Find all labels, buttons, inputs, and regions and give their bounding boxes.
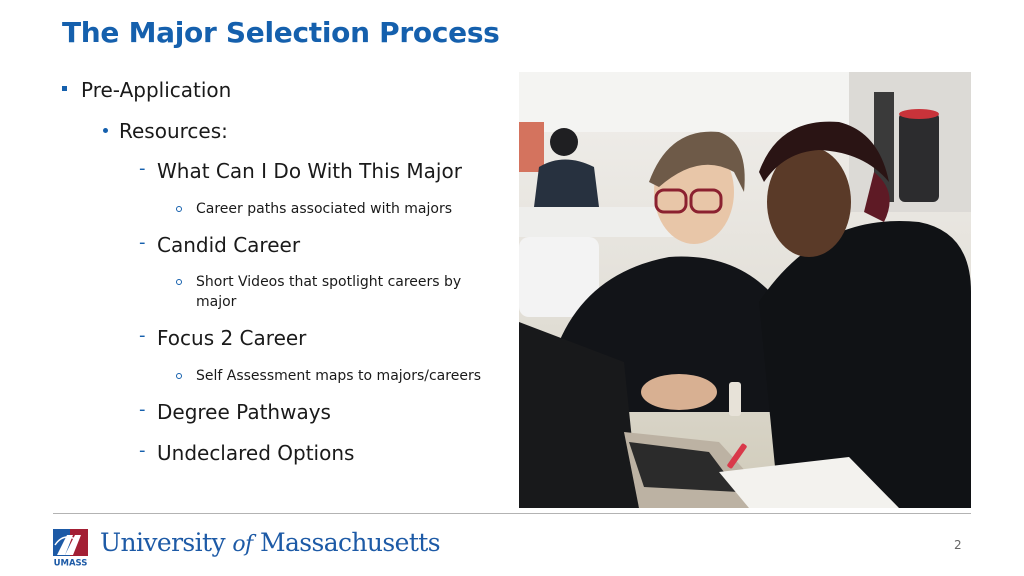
resource-detail-text: Career paths associated with majors [196,201,453,217]
umass-logo-icon: UMASS [53,529,88,569]
outline-item-label: Pre-Application [81,78,232,102]
resource-detail: Career paths associated with majors [176,199,496,219]
resource-label: Candid Career [157,233,301,257]
dash-bullet-icon: - [139,232,146,253]
resource-undeclared-options: - Undeclared Options [139,440,355,465]
resource-detail: Short Videos that spotlight careers by m… [176,272,476,312]
dash-bullet-icon: - [139,325,146,346]
outline-item-label: Resources: [119,119,228,143]
square-bullet-icon [62,86,67,91]
footer-divider [53,513,971,514]
resource-detail-text: Self Assessment maps to majors/careers [196,368,481,384]
outline: Pre-Application Resources: - What Can I … [0,0,510,500]
dash-bullet-icon: - [139,440,146,461]
page-number: 2 [954,538,962,552]
resource-candid-career: - Candid Career [139,232,301,257]
university-wordmark: University of Massachusetts [100,528,441,557]
circle-bullet-icon [176,373,182,379]
resource-what-can-i-do: - What Can I Do With This Major [139,158,462,183]
dash-bullet-icon: - [139,158,146,179]
students-laptop-photo [519,72,971,508]
circle-bullet-icon [176,206,182,212]
dash-bullet-icon: - [139,399,146,420]
outline-item-resources: Resources: [103,119,228,143]
resource-label: What Can I Do With This Major [157,159,462,183]
resource-detail: Self Assessment maps to majors/careers [176,366,496,386]
resource-label: Focus 2 Career [157,326,307,350]
umass-logo-text: UMASS [54,559,88,568]
dot-bullet-icon [103,128,108,133]
outline-item-pre-application: Pre-Application [62,78,232,102]
resource-label: Undeclared Options [157,441,355,465]
resource-degree-pathways: - Degree Pathways [139,399,331,424]
circle-bullet-icon [176,279,182,285]
resource-label: Degree Pathways [157,400,331,424]
wordmark-prefix: University [100,528,233,557]
photo-illustration [519,72,971,508]
wordmark-of: of [232,532,253,557]
resource-detail-text: Short Videos that spotlight careers by m… [196,274,462,310]
resource-focus-2-career: - Focus 2 Career [139,325,307,350]
wordmark-suffix: Massachusetts [252,528,441,557]
